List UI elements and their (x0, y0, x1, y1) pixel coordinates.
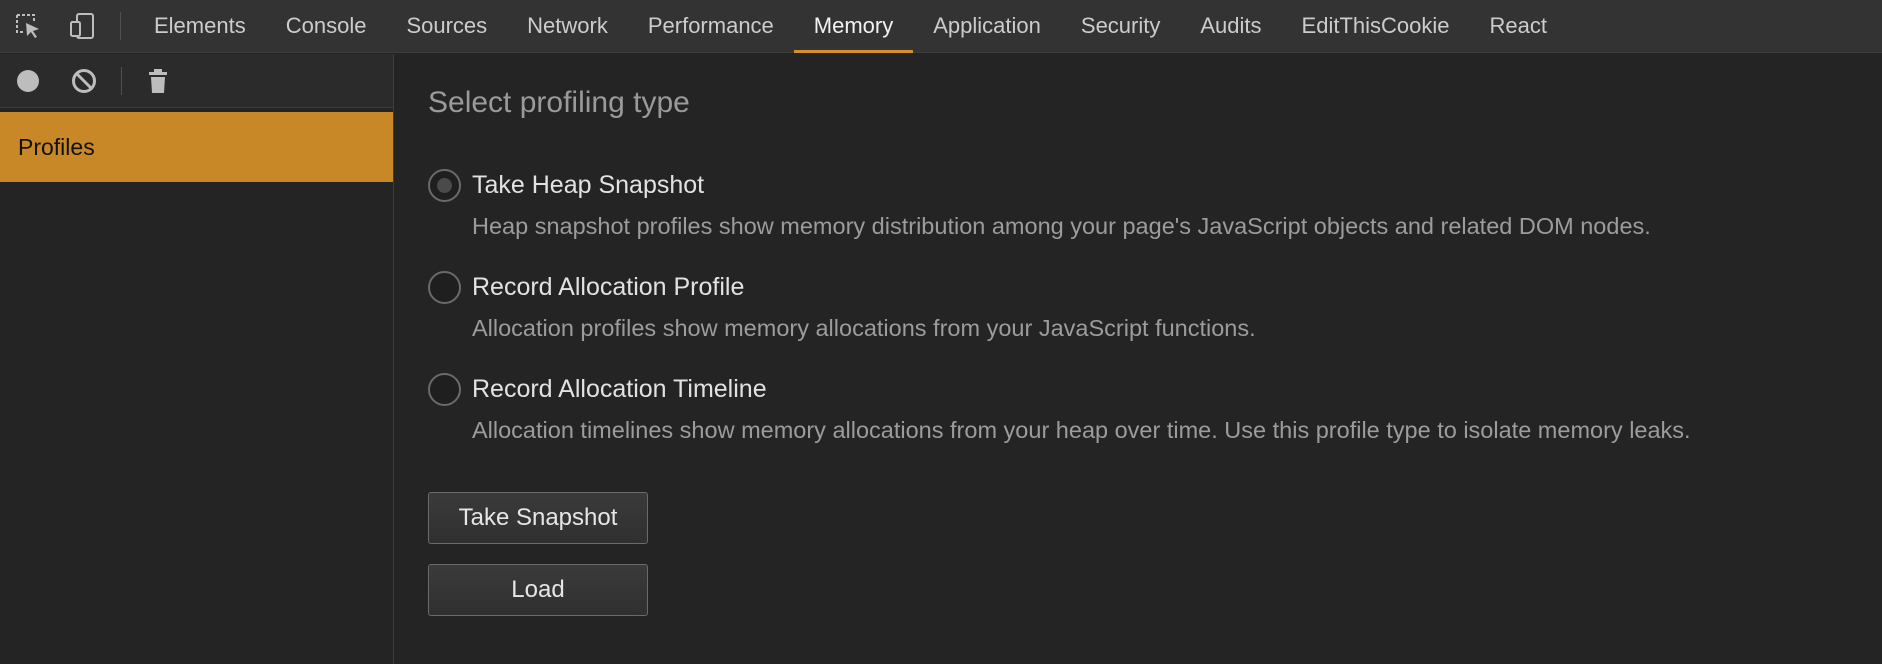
profiles-sidebar: Profiles (0, 54, 394, 664)
toolbar-divider (120, 12, 121, 40)
sidebar-item-profiles[interactable]: Profiles (0, 112, 393, 182)
record-icon[interactable] (14, 67, 42, 95)
option-title[interactable]: Record Allocation Timeline (472, 375, 767, 404)
trash-icon[interactable] (144, 67, 172, 95)
radio-heap-snapshot[interactable] (428, 169, 461, 202)
tab-react[interactable]: React (1469, 0, 1566, 53)
tab-security[interactable]: Security (1061, 0, 1180, 53)
profile-launcher: Select profiling type Take Heap Snapshot… (395, 54, 1882, 664)
option-description: Heap snapshot profiles show memory distr… (472, 213, 1651, 239)
sidebar-toolbar (0, 54, 393, 108)
devtools-tab-bar: Elements Console Sources Network Perform… (0, 0, 1882, 53)
tab-application[interactable]: Application (913, 0, 1061, 53)
take-snapshot-button[interactable]: Take Snapshot (428, 492, 648, 544)
tab-network[interactable]: Network (507, 0, 628, 53)
option-description: Allocation profiles show memory allocati… (472, 315, 1256, 341)
tab-console[interactable]: Console (266, 0, 387, 53)
option-title[interactable]: Take Heap Snapshot (472, 171, 704, 200)
option-description: Allocation timelines show memory allocat… (472, 417, 1691, 443)
sidebar-toolbar-divider (121, 67, 122, 95)
panel-tabs: Elements Console Sources Network Perform… (134, 0, 1567, 53)
clear-icon[interactable] (70, 67, 98, 95)
load-button[interactable]: Load (428, 564, 648, 616)
tab-editthiscookie[interactable]: EditThisCookie (1282, 0, 1470, 53)
device-toolbar-icon[interactable] (68, 12, 96, 40)
option-title[interactable]: Record Allocation Profile (472, 273, 744, 302)
inspect-element-icon[interactable] (14, 12, 42, 40)
tab-performance[interactable]: Performance (628, 0, 794, 53)
tab-audits[interactable]: Audits (1180, 0, 1281, 53)
radio-allocation-profile[interactable] (428, 271, 461, 304)
page-title: Select profiling type (428, 86, 690, 119)
tab-elements[interactable]: Elements (134, 0, 266, 53)
radio-allocation-timeline[interactable] (428, 373, 461, 406)
tab-memory[interactable]: Memory (793, 0, 914, 53)
tab-sources[interactable]: Sources (386, 0, 507, 53)
